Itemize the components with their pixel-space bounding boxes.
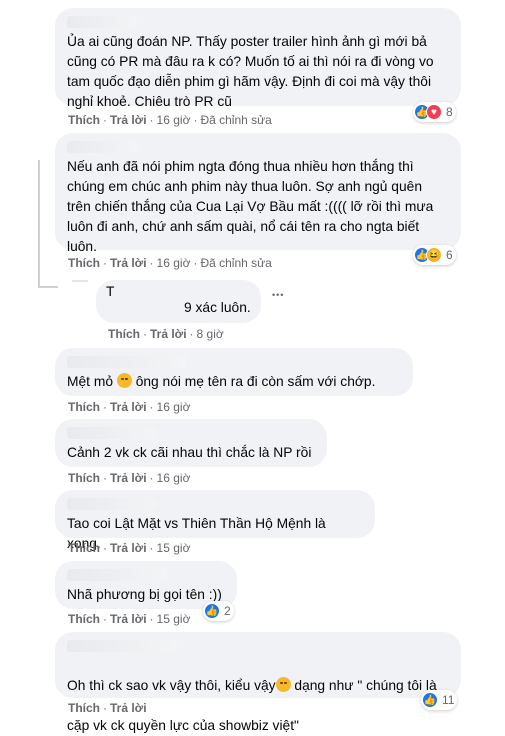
timestamp[interactable]: 16 giờ <box>157 471 191 485</box>
reply-button[interactable]: Trả lời <box>110 400 147 414</box>
reaction-summary[interactable]: 👍 ♥ 8 <box>413 102 456 122</box>
like-button[interactable]: Thích <box>68 400 100 414</box>
reaction-summary[interactable]: 👍 😆 6 <box>413 245 456 265</box>
reply-button[interactable]: Trả lời <box>110 541 147 555</box>
comment-actions: Thích · Trả lời · 15 giờ <box>68 541 191 555</box>
relieved-emoji-icon <box>275 677 291 692</box>
thread-line <box>38 160 40 288</box>
reply-button[interactable]: Trả lời <box>150 327 187 341</box>
timestamp[interactable]: 15 giờ <box>157 541 191 555</box>
author-name[interactable] <box>67 356 187 368</box>
timestamp[interactable]: 16 giờ <box>157 400 191 414</box>
reaction-count: 8 <box>446 105 453 119</box>
reaction-count: 11 <box>442 693 455 707</box>
comment-bubble: Cảnh 2 vk ck cãi nhau thì chắc là NP rồi <box>55 419 327 467</box>
reply-button[interactable]: Trả lời <box>110 701 147 715</box>
comment-bubble: Mệt mỏ ông nói mẹ tên ra đi còn sấm với … <box>55 348 413 396</box>
love-icon: ♥ <box>426 104 442 120</box>
comment-bubble: Oh thì ck sao vk vậy thôi, kiểu vậy dạng… <box>55 632 461 733</box>
like-button[interactable]: Thích <box>68 471 100 485</box>
author-name[interactable] <box>67 640 177 652</box>
comment-bubble: Nếu anh đã nói phim ngta đóng thua nhiều… <box>55 133 461 254</box>
reply-bubble: T 9 xác luôn. <box>96 280 261 323</box>
timestamp[interactable]: 8 giờ <box>197 327 224 341</box>
reply-button[interactable]: Trả lời <box>110 113 147 127</box>
comment-actions: Thích · Trả lời · 8 giờ <box>108 327 224 341</box>
comment-actions: Thích · Trả lời · 16 giờ · Đã chỉnh sửa <box>68 256 272 270</box>
comment-actions: Thích · Trả lời · 16 giờ · Đã chỉnh sửa <box>68 113 272 127</box>
haha-icon: 😆 <box>426 247 442 263</box>
comment-text: Mệt mỏ ông nói mẹ tên ra đi còn sấm với … <box>67 373 376 389</box>
author-name[interactable] <box>67 569 167 581</box>
like-button[interactable]: Thích <box>68 612 100 626</box>
author-name[interactable] <box>67 427 157 439</box>
timestamp[interactable]: 16 giờ <box>157 113 191 127</box>
thread-line-curve <box>38 286 58 288</box>
timestamp[interactable]: 15 giờ <box>157 612 191 626</box>
like-button[interactable]: Thích <box>68 256 100 270</box>
comment-text: Oh thì ck sao vk vậy thôi, kiểu vậy dạng… <box>67 677 437 733</box>
reaction-count: 2 <box>224 604 231 618</box>
edited-label: Đã chỉnh sửa <box>200 256 272 270</box>
like-button[interactable]: Thích <box>68 113 100 127</box>
like-icon: 👍 <box>422 692 438 708</box>
comment-actions: Thích · Trả lời · 15 giờ <box>68 612 191 626</box>
author-name[interactable] <box>67 498 157 510</box>
more-options-button[interactable]: ••• <box>272 290 284 300</box>
edited-label: Đã chỉnh sửa <box>200 113 272 127</box>
crying-emoji-icon <box>116 373 132 388</box>
comment-bubble: Tao coi Lật Mặt vs Thiên Thần Hộ Mệnh là… <box>55 490 375 551</box>
like-icon: 👍 <box>204 603 220 619</box>
reply-button[interactable]: Trả lời <box>110 471 147 485</box>
reaction-count: 6 <box>446 248 453 262</box>
timestamp[interactable]: 16 giờ <box>157 256 191 270</box>
reaction-summary[interactable]: 👍 2 <box>203 601 234 621</box>
reply-button[interactable]: Trả lời <box>110 256 147 270</box>
like-button[interactable]: Thích <box>108 327 140 341</box>
comment-actions: Thích · Trả lời · 16 giờ <box>68 400 191 414</box>
comment-bubble: Ủa ai cũng đoán NP. Thấy poster trailer … <box>55 8 461 109</box>
reaction-summary[interactable]: 👍 11 <box>421 690 458 710</box>
author-name[interactable] <box>67 16 137 28</box>
author-initial[interactable]: T <box>106 282 114 302</box>
comment-text: Nếu anh đã nói phim ngta đóng thua nhiều… <box>67 159 434 254</box>
comment-actions: Thích · Trả lời · 16 giờ <box>68 471 191 485</box>
like-button[interactable]: Thích <box>68 701 100 715</box>
comment-text: Ủa ai cũng đoán NP. Thấy poster trailer … <box>67 34 434 109</box>
author-name[interactable] <box>67 141 137 153</box>
like-button[interactable]: Thích <box>68 541 100 555</box>
comment-text: Nhã phương bị gọi tên :)) <box>67 587 222 602</box>
comment-text: 9 xác luôn. <box>184 300 251 315</box>
comment-text: Cảnh 2 vk ck cãi nhau thì chắc là NP rồi <box>67 445 312 460</box>
avatar-placeholder <box>72 280 88 282</box>
reply-button[interactable]: Trả lời <box>110 612 147 626</box>
comment-actions: Thích · Trả lời <box>68 701 147 715</box>
